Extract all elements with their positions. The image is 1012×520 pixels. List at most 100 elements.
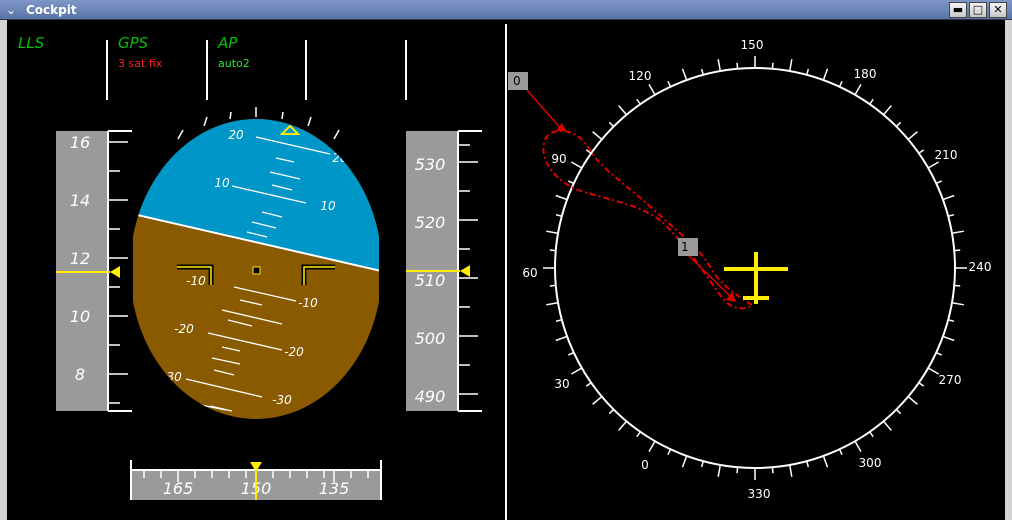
compass-tick (947, 319, 955, 323)
compass-tick (882, 420, 892, 431)
compass-tick (927, 161, 939, 169)
compass-tick (736, 467, 739, 474)
compass-tick (918, 382, 925, 387)
compass-tick (571, 161, 583, 169)
compass-tick (555, 213, 563, 217)
speed-tape-label: 8 (75, 365, 85, 384)
speed-tape: 16 14 12 10 8 (56, 130, 132, 412)
compass-tick (942, 335, 955, 342)
compass-tick (555, 194, 568, 201)
compass-tick (907, 131, 918, 141)
compass-label: 30 (554, 377, 569, 391)
compass-tick (700, 460, 704, 468)
compass-label: 240 (969, 260, 992, 274)
speed-tape-label: 14 (70, 191, 90, 210)
altitude-tape-label: 500 (415, 329, 446, 348)
waypoint-leg (526, 89, 563, 131)
attitude-indicator: 20 10 -10 -20 -30 20 10 -10 -20 -30 (133, 107, 379, 419)
compass-tick (951, 230, 964, 235)
compass-tick (869, 98, 874, 105)
navigation-map: 150 180 210 240 270 300 330 0 30 60 90 1… (508, 38, 991, 501)
compass-tick (907, 395, 918, 405)
compass-tick (947, 213, 955, 217)
compass-tick (592, 395, 603, 405)
waypoint-1[interactable]: 1 (678, 238, 698, 256)
compass-tick (918, 149, 925, 154)
compass-tick (546, 230, 559, 235)
altitude-tape: 530 520 510 500 490 (406, 130, 482, 412)
altitude-tape-label: 490 (415, 387, 446, 406)
heading-tape: 165 150 135 (130, 460, 382, 500)
compass-tick (951, 301, 964, 306)
compass-tick (838, 448, 843, 456)
compass-label: 210 (935, 148, 958, 162)
compass-tick (608, 408, 615, 415)
pitch-label-right: 10 (320, 199, 336, 213)
compass-tick (822, 68, 829, 81)
compass-tick (555, 335, 568, 342)
compass-tick (618, 420, 628, 431)
compass-tick (942, 194, 955, 201)
compass-tick (935, 180, 943, 185)
status-separators (106, 40, 407, 100)
compass-tick (549, 284, 556, 287)
cockpit-display: 16 14 12 10 8 530 520 510 500 490 20 10 … (56, 24, 991, 520)
waypoint-leg (687, 254, 733, 299)
compass-tick (838, 80, 843, 88)
pitch-label-left: -30 (162, 370, 182, 384)
pitch-label-left: 20 (228, 128, 244, 142)
compass-tick (717, 464, 722, 477)
compass-tick (736, 62, 739, 69)
compass-tick (667, 80, 672, 88)
compass-tick (681, 68, 688, 81)
compass-tick (895, 408, 902, 415)
altitude-pointer-icon (460, 265, 470, 277)
compass-tick (567, 180, 575, 185)
compass-tick (592, 131, 603, 141)
compass-tick (618, 105, 628, 116)
compass-tick (822, 455, 829, 468)
compass-tick (788, 59, 793, 72)
compass-tick (869, 431, 874, 438)
compass-tick (681, 455, 688, 468)
compass-tick (567, 351, 575, 356)
waypoint-label: 0 (513, 74, 521, 88)
compass-tick (927, 367, 939, 375)
compass-label: 300 (859, 456, 882, 470)
compass-tick (806, 460, 810, 468)
compass-tick (700, 68, 704, 76)
pitch-label-right: -10 (298, 296, 318, 310)
compass-tick (546, 301, 559, 306)
compass-tick (549, 249, 556, 252)
pitch-label-left: -20 (174, 322, 194, 336)
compass-tick (935, 351, 943, 356)
waypoint-0[interactable]: 0 (508, 72, 528, 90)
compass-tick (954, 284, 961, 287)
flight-track (542, 130, 753, 310)
compass-tick (555, 319, 563, 323)
speed-pointer-icon (110, 266, 120, 278)
speed-tape-label: 16 (70, 133, 90, 152)
compass-tick (854, 440, 862, 452)
altitude-tape-label: 530 (415, 155, 446, 174)
compass-label: 270 (939, 373, 962, 387)
compass-tick (636, 431, 641, 438)
heading-tape-label: 165 (163, 479, 194, 498)
pitch-label-left: -10 (186, 274, 206, 288)
compass-label: 60 (522, 266, 537, 280)
pitch-label-right: 20 (332, 151, 348, 165)
compass-tick (667, 448, 672, 456)
compass-tick (571, 367, 583, 375)
compass-tick (895, 121, 902, 128)
speed-tape-label: 10 (70, 307, 90, 326)
compass-tick (717, 59, 722, 72)
compass-tick (636, 98, 641, 105)
compass-tick (954, 249, 961, 252)
pitch-label-left: 10 (214, 176, 230, 190)
compass-tick (771, 62, 774, 69)
compass-tick (648, 440, 656, 452)
compass-tick (882, 105, 892, 116)
compass-tick (771, 467, 774, 474)
altitude-tape-label: 520 (415, 213, 446, 232)
pitch-label-right: -20 (284, 345, 304, 359)
